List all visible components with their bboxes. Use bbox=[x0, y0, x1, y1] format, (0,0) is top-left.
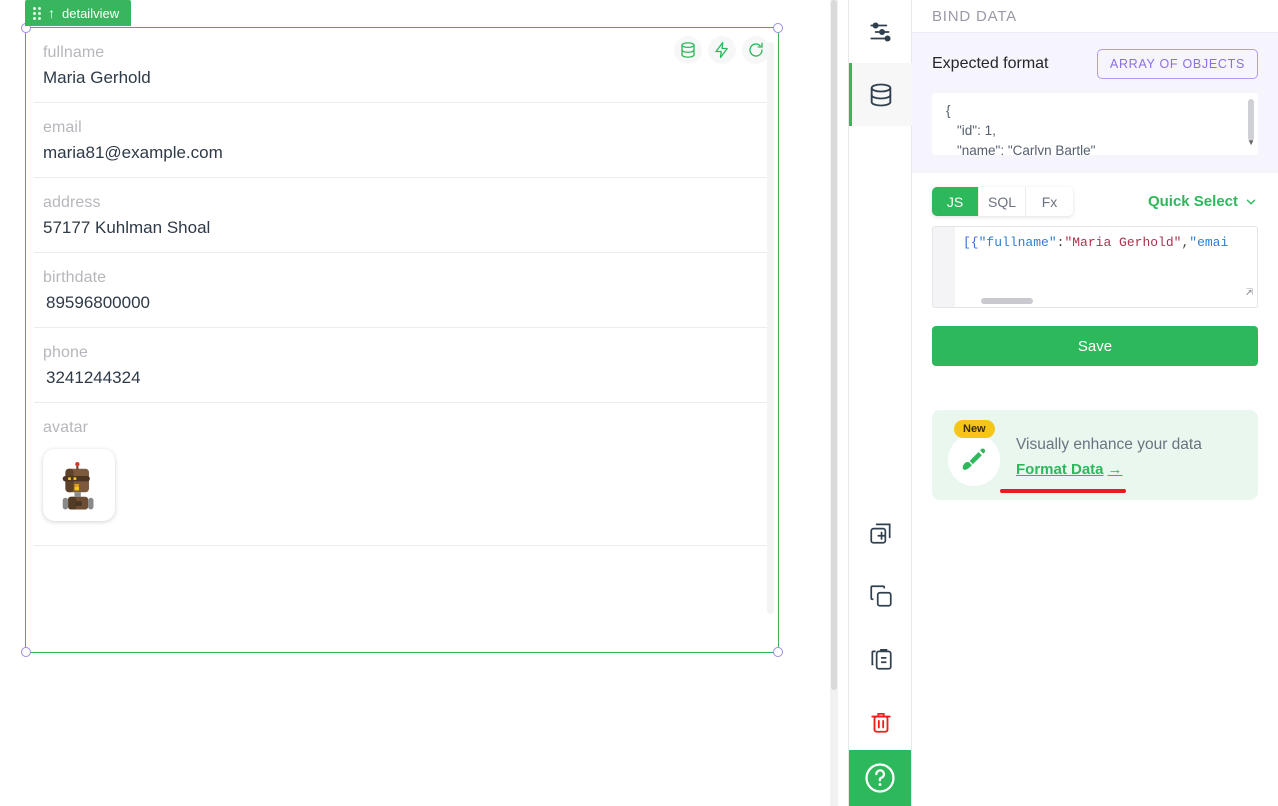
field-label: phone bbox=[43, 344, 88, 361]
code-editor[interactable]: [{"fullname":"Maria Gerhold","emai ⇱ bbox=[932, 226, 1258, 308]
expected-format-block: Expected format ARRAY OF OBJECTS { "id":… bbox=[912, 32, 1278, 173]
field-label: birthdate bbox=[43, 269, 107, 286]
expected-format-label: Expected format bbox=[932, 55, 1049, 72]
field-row-address[interactable]: address 57177 Kuhlman Shoal bbox=[34, 178, 770, 253]
tab-js[interactable]: JS bbox=[932, 187, 979, 216]
resize-handle-top-right[interactable] bbox=[773, 23, 783, 33]
save-button[interactable]: Save bbox=[932, 326, 1258, 366]
field-value: 89596800000 bbox=[46, 293, 151, 312]
format-data-link[interactable]: Format Data → bbox=[1016, 461, 1123, 478]
sliders-icon bbox=[870, 21, 891, 42]
field-value: Maria Gerhold bbox=[43, 68, 151, 87]
preview-line-1: { bbox=[946, 103, 951, 118]
field-list-tail bbox=[26, 546, 778, 592]
promo-icon-circle bbox=[948, 434, 1000, 486]
code-horizontal-scrollbar[interactable] bbox=[981, 298, 1033, 304]
preview-scroll-down-icon[interactable]: ▼ bbox=[1247, 133, 1255, 153]
code-input[interactable]: [{"fullname":"Maria Gerhold","emai ⇱ bbox=[955, 227, 1257, 307]
field-label: email bbox=[43, 119, 82, 136]
widget-toolbar[interactable] bbox=[674, 36, 770, 64]
field-row-phone[interactable]: phone 3241244324 bbox=[34, 328, 770, 403]
arrow-up-icon[interactable]: ↑ bbox=[48, 6, 55, 20]
copy-icon bbox=[870, 584, 892, 607]
database-icon bbox=[870, 83, 892, 106]
detailview-inner: fullname Maria Gerhold email maria81@exa… bbox=[26, 28, 778, 652]
field-label: fullname bbox=[43, 44, 105, 61]
page-scrollbar[interactable] bbox=[830, 0, 838, 806]
editor-canvas[interactable]: ↑ detailview fullname Maria Gerhold emai… bbox=[0, 0, 838, 806]
field-label: avatar bbox=[43, 419, 89, 436]
detailview-widget[interactable]: fullname Maria Gerhold email maria81@exa… bbox=[21, 23, 783, 657]
app-root: ↑ detailview fullname Maria Gerhold emai… bbox=[0, 0, 1278, 806]
detailview-scrollbar[interactable] bbox=[767, 42, 774, 614]
format-data-promo-card[interactable]: New Visually enhance your data Format Da… bbox=[932, 410, 1258, 500]
refresh-icon[interactable] bbox=[742, 36, 770, 64]
arrow-right-icon: → bbox=[1107, 461, 1123, 478]
bind-editor-block: JS SQL Fx Quick Select [{"fullname":"Mar… bbox=[912, 173, 1278, 308]
sidebar-item-delete[interactable] bbox=[849, 690, 913, 753]
code-gutter bbox=[933, 227, 955, 307]
format-preview[interactable]: { "id": 1, "name": "Carlyn Bartle" ▼ bbox=[932, 93, 1258, 155]
tab-fx[interactable]: Fx bbox=[1026, 187, 1073, 216]
panel-header: BIND DATA bbox=[912, 0, 1278, 32]
lightning-icon[interactable] bbox=[708, 36, 736, 64]
field-row-birthdate[interactable]: birthdate 89596800000 bbox=[34, 253, 770, 328]
sidebar-item-properties[interactable] bbox=[849, 0, 913, 63]
sidebar-item-paste[interactable] bbox=[849, 627, 913, 690]
strip-spacer bbox=[849, 126, 911, 501]
bind-data-panel: BIND DATA Expected format ARRAY OF OBJEC… bbox=[912, 0, 1278, 806]
duplicate-icon bbox=[870, 522, 891, 544]
field-row-email[interactable]: email maria81@example.com bbox=[34, 103, 770, 178]
promo-icon-wrap: New bbox=[948, 420, 1002, 486]
tab-sql[interactable]: SQL bbox=[979, 187, 1026, 216]
chevron-down-icon bbox=[1246, 199, 1256, 205]
field-row-fullname[interactable]: fullname Maria Gerhold bbox=[34, 28, 770, 103]
status-badge[interactable]: ARRAY OF OBJECTS bbox=[1096, 49, 1258, 79]
code-token: [{ bbox=[963, 235, 979, 250]
field-value: maria81@example.com bbox=[43, 143, 223, 162]
help-button[interactable] bbox=[849, 750, 911, 806]
widget-action-strip bbox=[848, 0, 913, 806]
field-row-avatar[interactable]: avatar bbox=[34, 403, 770, 546]
widget-label-bar[interactable]: ↑ detailview bbox=[25, 0, 132, 26]
editor-toolbar: JS SQL Fx Quick Select bbox=[932, 187, 1258, 216]
code-token: "emai bbox=[1189, 235, 1229, 250]
resize-handle-bottom-right[interactable] bbox=[773, 647, 783, 657]
quick-select-label: Quick Select bbox=[1147, 193, 1238, 210]
widget-name: detailview bbox=[62, 5, 120, 21]
code-token: "Maria Gerhold" bbox=[1064, 235, 1182, 250]
page-title: BIND DATA bbox=[932, 7, 1017, 25]
new-badge: New bbox=[954, 420, 995, 438]
sidebar-item-bind-data[interactable] bbox=[849, 63, 913, 126]
promo-text: Visually enhance your data Format Data → bbox=[1016, 428, 1202, 479]
drag-dots-icon[interactable] bbox=[33, 6, 41, 20]
annotation-underline bbox=[1000, 489, 1126, 493]
paintbrush-icon bbox=[962, 448, 986, 470]
language-tabs[interactable]: JS SQL Fx bbox=[932, 187, 1073, 216]
code-token: "fullname" bbox=[978, 235, 1057, 250]
sidebar-item-duplicate[interactable] bbox=[849, 501, 913, 564]
avatar bbox=[43, 449, 115, 521]
detailview-scroll-area[interactable]: fullname Maria Gerhold email maria81@exa… bbox=[26, 28, 778, 652]
help-icon bbox=[865, 763, 895, 793]
trash-icon bbox=[871, 712, 891, 733]
field-value: 3241244324 bbox=[46, 368, 141, 387]
expected-format-row: Expected format ARRAY OF OBJECTS bbox=[932, 49, 1258, 79]
quick-select-dropdown[interactable]: Quick Select bbox=[1148, 193, 1258, 210]
promo-title: Visually enhance your data bbox=[1016, 436, 1202, 453]
page-scrollbar-thumb[interactable] bbox=[831, 0, 837, 690]
sidebar-item-copy[interactable] bbox=[849, 564, 913, 627]
editor-resize-grip[interactable]: ⇱ bbox=[1246, 284, 1253, 299]
database-icon[interactable] bbox=[674, 36, 702, 64]
preview-line-2: "id": 1, bbox=[957, 123, 996, 138]
format-data-label: Format Data bbox=[1016, 461, 1104, 478]
preview-line-3: "name": "Carlyn Bartle" bbox=[957, 143, 1096, 155]
field-label: address bbox=[43, 194, 101, 211]
robot-avatar-icon bbox=[62, 461, 94, 510]
field-value: 57177 Kuhlman Shoal bbox=[43, 218, 211, 237]
field-list: fullname Maria Gerhold email maria81@exa… bbox=[26, 28, 778, 592]
paste-icon bbox=[871, 648, 892, 670]
resize-handle-bottom-left[interactable] bbox=[21, 647, 31, 657]
